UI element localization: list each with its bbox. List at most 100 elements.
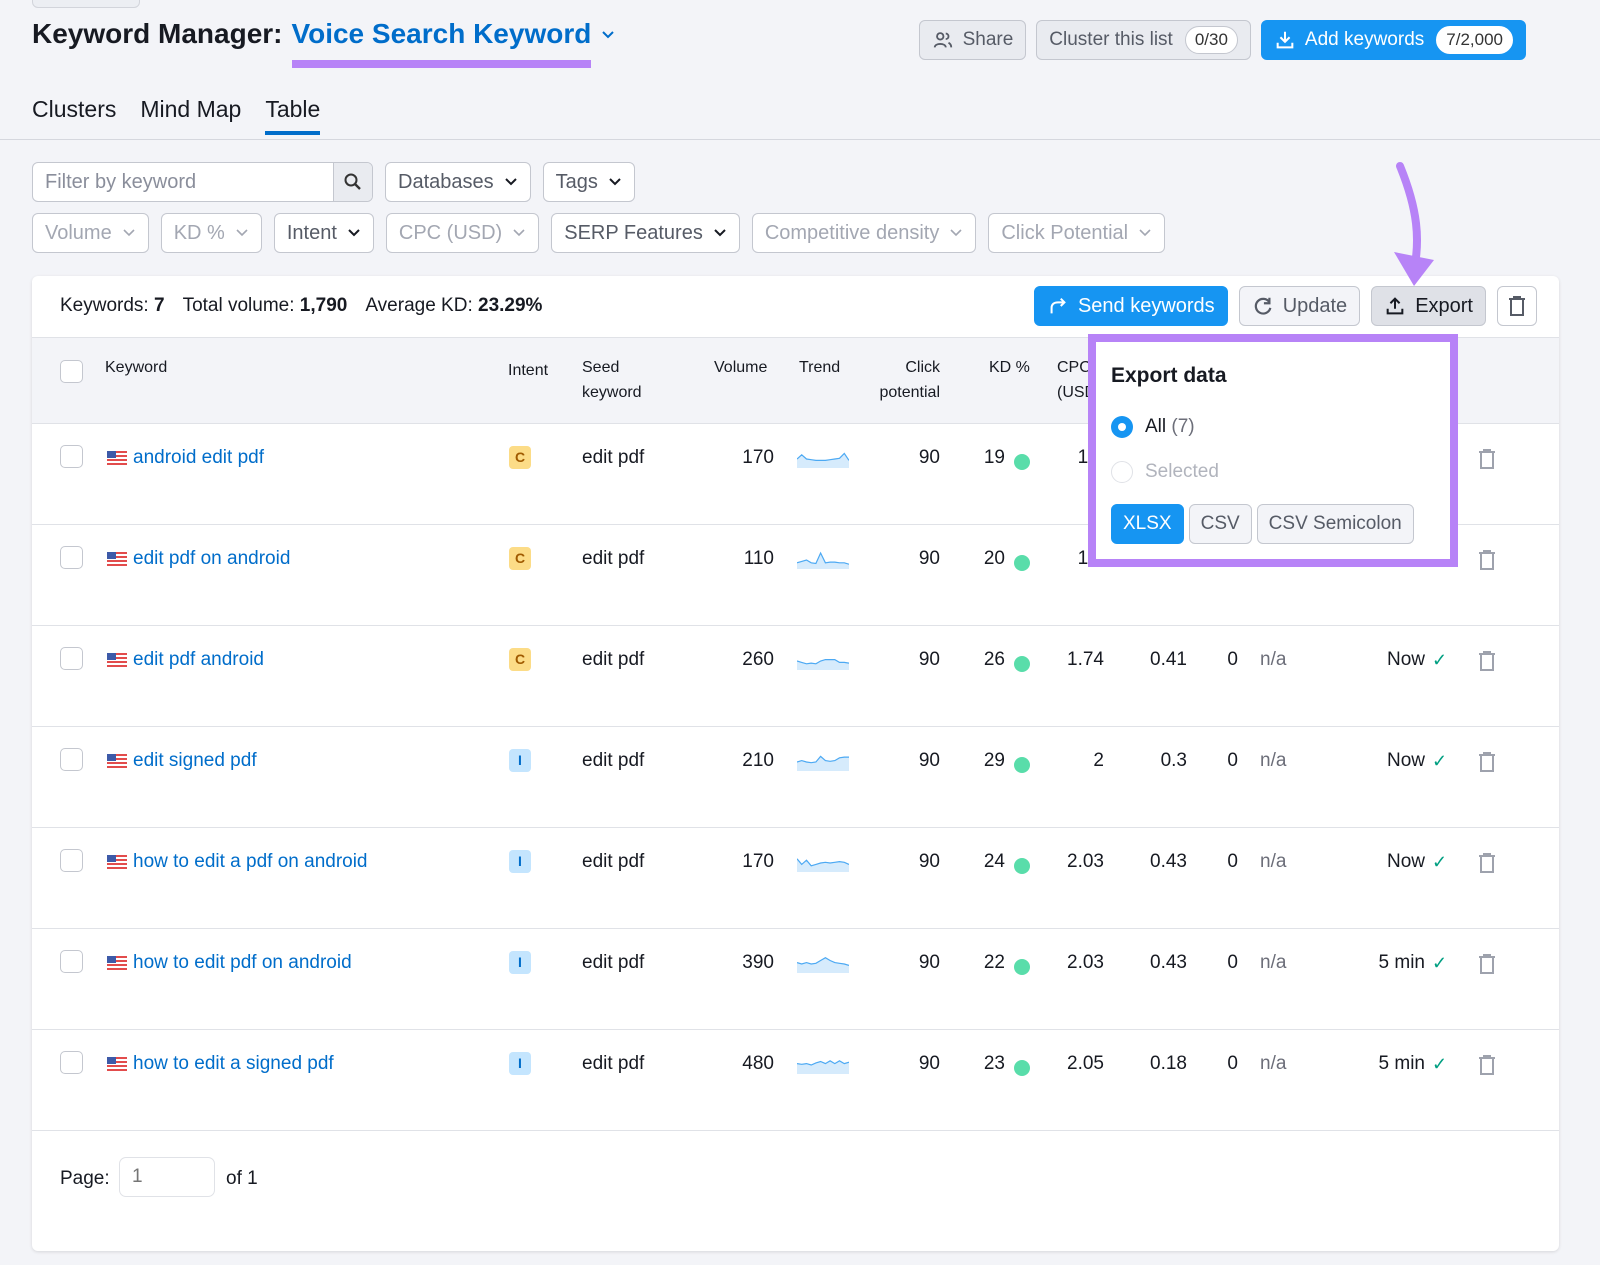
click-potential-value: 90	[918, 1053, 940, 1074]
check-icon: ✓	[1432, 1054, 1448, 1074]
chevron-down-icon	[236, 229, 248, 237]
chevron-down-icon[interactable]	[599, 25, 617, 43]
keyword-link[interactable]: how to edit a signed pdf	[133, 1050, 334, 1078]
project-name-dropdown[interactable]: Voice Search Keyword	[291, 18, 591, 68]
cpc-filter-label: CPC (USD)	[398, 221, 503, 244]
trash-icon[interactable]	[1478, 751, 1496, 773]
tags-dropdown[interactable]: Tags	[542, 162, 635, 202]
col-click-line1: Click	[905, 359, 940, 376]
click-potential-filter[interactable]: Click Potential	[988, 213, 1166, 253]
row-checkbox[interactable]	[60, 546, 83, 569]
cluster-label: Cluster this list	[1049, 29, 1173, 50]
chevron-down-icon	[348, 229, 360, 237]
export-option-selected[interactable]: Selected	[1111, 461, 1219, 483]
trash-icon[interactable]	[1478, 852, 1496, 874]
trend-area	[797, 659, 849, 670]
click-potential-value: 90	[918, 447, 940, 468]
row-checkbox[interactable]	[60, 445, 83, 468]
serp-features-filter[interactable]: SERP Features	[551, 213, 740, 253]
row-checkbox[interactable]	[60, 950, 83, 973]
format-csv-semicolon-button[interactable]: CSV Semicolon	[1256, 504, 1414, 544]
add-keywords-button[interactable]: Add keywords 7/2,000	[1260, 20, 1526, 60]
update-button[interactable]: Update	[1238, 286, 1361, 326]
check-icon: ✓	[1432, 852, 1448, 872]
updated-value: Now	[1386, 649, 1425, 670]
trash-icon[interactable]	[1478, 448, 1496, 470]
intent-badge: I	[509, 850, 531, 873]
us-flag-icon	[107, 653, 127, 667]
delete-selected-button[interactable]	[1497, 286, 1537, 326]
kd-difficulty-dot	[1014, 858, 1030, 874]
databases-dropdown[interactable]: Databases	[385, 162, 531, 202]
col-keyword[interactable]: Keyword	[105, 355, 167, 380]
send-keywords-button[interactable]: Send keywords	[1033, 286, 1228, 326]
com-value: 0.43	[1150, 851, 1187, 872]
format-xlsx-button[interactable]: XLSX	[1111, 504, 1184, 544]
page-label: Page:	[60, 1168, 110, 1189]
click-potential-value: 90	[918, 952, 940, 973]
keyword-filter-input[interactable]	[33, 163, 333, 201]
databases-label: Databases	[398, 170, 494, 193]
trend-area	[797, 957, 849, 973]
select-all-checkbox[interactable]	[60, 360, 83, 383]
tab-clusters[interactable]: Clusters	[32, 96, 116, 135]
search-button[interactable]	[333, 163, 372, 201]
keyword-link[interactable]: edit pdf on android	[133, 545, 290, 573]
col-click-potential[interactable]: Click potential	[862, 355, 941, 405]
keyword-link[interactable]: edit signed pdf	[133, 747, 257, 775]
page-total: of 1	[226, 1168, 258, 1189]
keyword-link[interactable]: edit pdf android	[133, 646, 264, 674]
top-cropped-button[interactable]	[32, 0, 140, 8]
row-checkbox[interactable]	[60, 748, 83, 771]
keyword-link[interactable]: android edit pdf	[133, 444, 264, 472]
radio-all[interactable]	[1111, 416, 1133, 438]
trash-icon[interactable]	[1478, 650, 1496, 672]
trash-icon	[1509, 296, 1525, 316]
serp-value: n/a	[1260, 649, 1287, 670]
cpc-filter[interactable]: CPC (USD)	[385, 213, 540, 253]
col-volume[interactable]: Volume	[714, 355, 767, 380]
cluster-list-button[interactable]: Cluster this list 0/30	[1036, 20, 1251, 60]
kd-filter[interactable]: KD %	[160, 213, 262, 253]
table-row: edit signed pdf Iedit pdf 210 90 29 2 0.3 0 n/a N…	[32, 727, 1559, 828]
col-intent[interactable]: Intent	[508, 358, 548, 383]
results-value: 0	[1227, 750, 1238, 771]
kd-difficulty-dot	[1014, 1060, 1030, 1076]
col-seed-keyword[interactable]: Seed keyword	[582, 355, 642, 405]
table-row: how to edit a signed pdf Iedit pdf 480 90 23…	[32, 1030, 1559, 1131]
row-checkbox[interactable]	[60, 647, 83, 670]
results-value: 0	[1227, 1053, 1238, 1074]
check-icon: ✓	[1432, 953, 1448, 973]
keywords-count-label: Keywords:	[60, 295, 149, 316]
trash-icon[interactable]	[1478, 1054, 1496, 1076]
intent-filter[interactable]: Intent	[273, 213, 374, 253]
keyword-limit-badge: 7/2,000	[1436, 26, 1513, 54]
competitive-density-filter[interactable]: Competitive density	[751, 213, 977, 253]
trash-icon[interactable]	[1478, 953, 1496, 975]
row-checkbox[interactable]	[60, 1051, 83, 1074]
trash-icon[interactable]	[1478, 549, 1496, 571]
updated-value: 5 min	[1378, 1053, 1425, 1074]
seed-keyword: edit pdf	[582, 1053, 645, 1074]
tab-table[interactable]: Table	[265, 96, 320, 135]
share-button[interactable]: Share	[918, 20, 1027, 60]
tab-mind-map[interactable]: Mind Map	[140, 96, 241, 135]
row-checkbox[interactable]	[60, 849, 83, 872]
radio-selected[interactable]	[1111, 461, 1133, 483]
volume-filter[interactable]: Volume	[32, 213, 149, 253]
col-cpc-line1: CPC	[1057, 359, 1091, 376]
keyword-link[interactable]: how to edit a pdf on android	[133, 848, 368, 876]
col-seed-line2: keyword	[582, 384, 642, 401]
export-format-buttons: XLSX CSV CSV Semicolon	[1111, 504, 1414, 544]
col-kd[interactable]: KD %	[989, 355, 1030, 380]
intent-badge: C	[509, 547, 531, 570]
click-potential-value: 90	[918, 851, 940, 872]
export-option-all[interactable]: All (7)	[1111, 416, 1195, 438]
table-row: how to edit pdf on android Iedit pdf 390 90…	[32, 929, 1559, 1030]
total-volume-value: 1,790	[299, 295, 348, 316]
keyword-link[interactable]: how to edit pdf on android	[133, 949, 352, 977]
format-csv-button[interactable]: CSV	[1188, 504, 1252, 544]
kd-value: 26	[983, 649, 1005, 670]
kd-difficulty-dot	[1014, 959, 1030, 975]
page-number-input[interactable]	[119, 1157, 215, 1197]
